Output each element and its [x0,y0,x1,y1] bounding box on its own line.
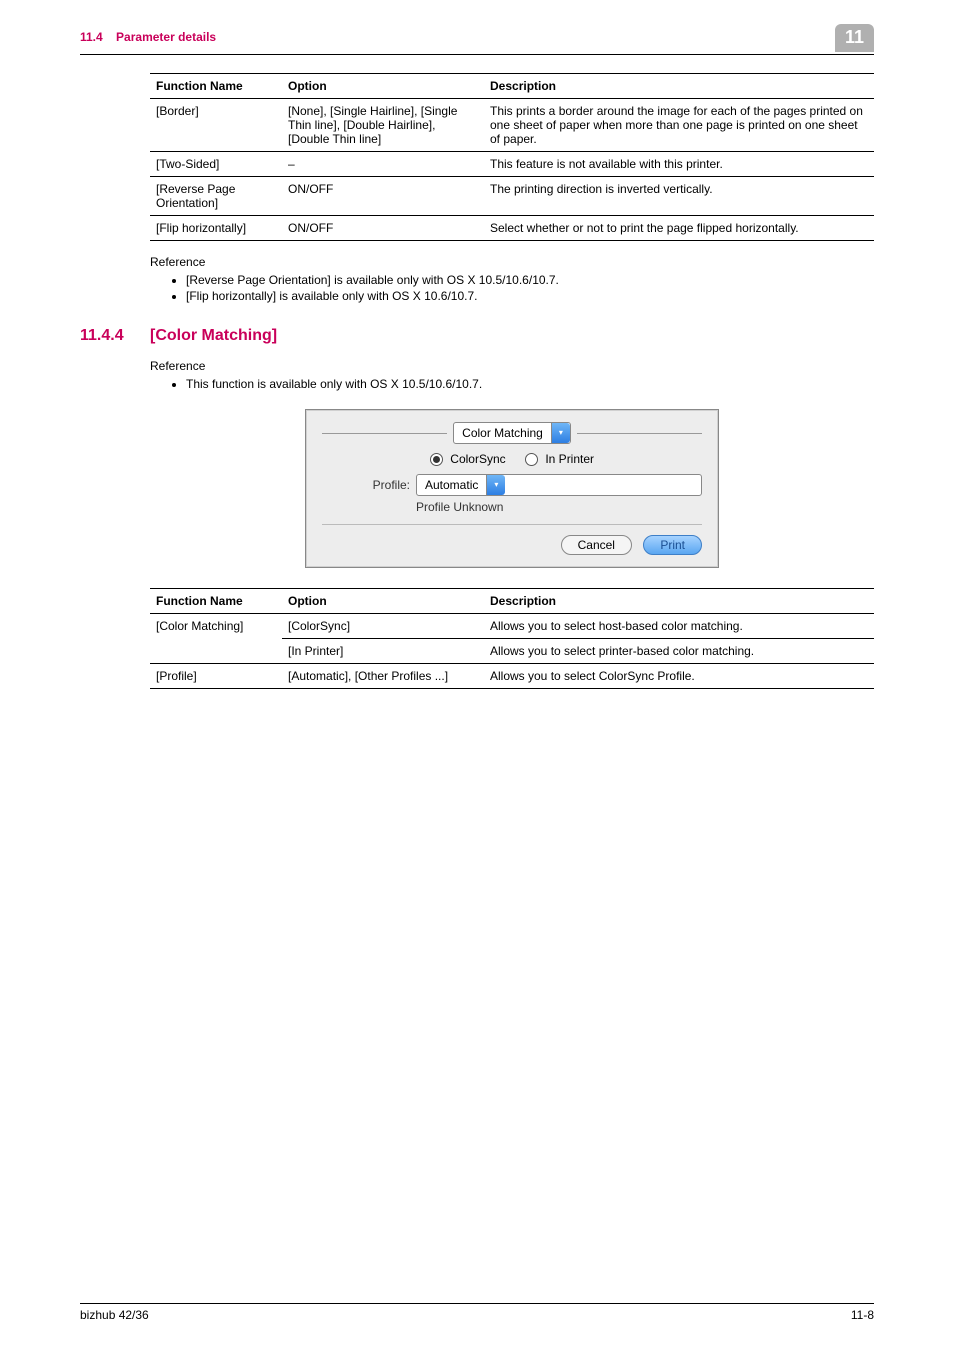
print-button[interactable]: Print [643,535,702,555]
t2-r2-fn: [Profile] [150,664,282,689]
header-section-title: Parameter details [116,30,216,44]
chevron-updown-icon: ▾ [551,423,570,443]
table-row: [Flip horizontally] ON/OFF Select whethe… [150,216,874,241]
table-row: [Two-Sided] – This feature is not availa… [150,152,874,177]
layout-table-1: Function Name Option Description [Border… [150,73,874,241]
t1-r2-fn: [Reverse Page Orientation] [150,177,282,216]
list-item: This function is available only with OS … [186,377,874,391]
t2-head-fn: Function Name [150,589,282,614]
subsection-title: [Color Matching] [150,327,277,345]
radio-in-printer[interactable]: In Printer [525,452,594,466]
t2-r1-op: [In Printer] [282,639,484,664]
table-row: [Profile] [Automatic], [Other Profiles .… [150,664,874,689]
table-row: [Border] [None], [Single Hairline], [Sin… [150,99,874,152]
footer-right: 11-8 [851,1308,874,1322]
profile-select[interactable]: Automatic ▾ [416,474,702,496]
table-row: [Reverse Page Orientation] ON/OFF The pr… [150,177,874,216]
t2-r0-fn: [Color Matching] [150,614,282,664]
color-matching-dialog: Color Matching ▾ ColorSync In Printer Pr… [305,409,719,568]
radio-colorsync-label: ColorSync [450,452,505,466]
t2-r1-desc: Allows you to select printer-based color… [484,639,874,664]
reference-title-2: Reference [150,359,874,373]
divider [577,433,702,434]
t2-r0-op: [ColorSync] [282,614,484,639]
t1-r3-desc: Select whether or not to print the page … [484,216,874,241]
t1-r1-op: – [282,152,484,177]
radio-icon [430,453,443,466]
profile-select-value: Automatic [417,478,486,492]
radio-colorsync[interactable]: ColorSync [430,452,509,466]
t2-head-desc: Description [484,589,874,614]
radio-icon [525,453,538,466]
t1-r0-op: [None], [Single Hairline], [Single Thin … [282,99,484,152]
running-header: 11.4 Parameter details [80,30,216,44]
t1-r1-fn: [Two-Sided] [150,152,282,177]
radio-in-printer-label: In Printer [545,452,594,466]
profile-unknown-text: Profile Unknown [416,500,702,514]
footer-left: bizhub 42/36 [80,1308,149,1322]
divider [322,433,447,434]
t1-r0-desc: This prints a border around the image fo… [484,99,874,152]
list-item: [Reverse Page Orientation] is available … [186,273,874,287]
chevron-updown-icon: ▾ [486,475,505,495]
panel-select-label: Color Matching [454,426,551,440]
t1-r3-op: ON/OFF [282,216,484,241]
reference-list-2: This function is available only with OS … [150,377,874,391]
subsection-number: 11.4.4 [80,327,150,345]
t1-head-desc: Description [484,74,874,99]
t1-r2-op: ON/OFF [282,177,484,216]
cancel-button[interactable]: Cancel [561,535,632,555]
chapter-badge: 11 [835,24,874,52]
table-row: [Color Matching] [ColorSync] Allows you … [150,614,874,639]
t2-r2-op: [Automatic], [Other Profiles ...] [282,664,484,689]
reference-title-1: Reference [150,255,874,269]
t2-r2-desc: Allows you to select ColorSync Profile. [484,664,874,689]
divider [322,524,702,525]
t1-r2-desc: The printing direction is inverted verti… [484,177,874,216]
header-section-ref: 11.4 [80,30,103,44]
t2-r0-desc: Allows you to select host-based color ma… [484,614,874,639]
list-item: [Flip horizontally] is available only wi… [186,289,874,303]
t1-r3-fn: [Flip horizontally] [150,216,282,241]
profile-label: Profile: [322,478,416,492]
t1-head-op: Option [282,74,484,99]
t2-head-op: Option [282,589,484,614]
reference-list-1: [Reverse Page Orientation] is available … [150,273,874,303]
t1-r0-fn: [Border] [150,99,282,152]
t1-r1-desc: This feature is not available with this … [484,152,874,177]
panel-select[interactable]: Color Matching ▾ [453,422,571,444]
color-matching-table: Function Name Option Description [Color … [150,588,874,689]
t1-head-fn: Function Name [150,74,282,99]
